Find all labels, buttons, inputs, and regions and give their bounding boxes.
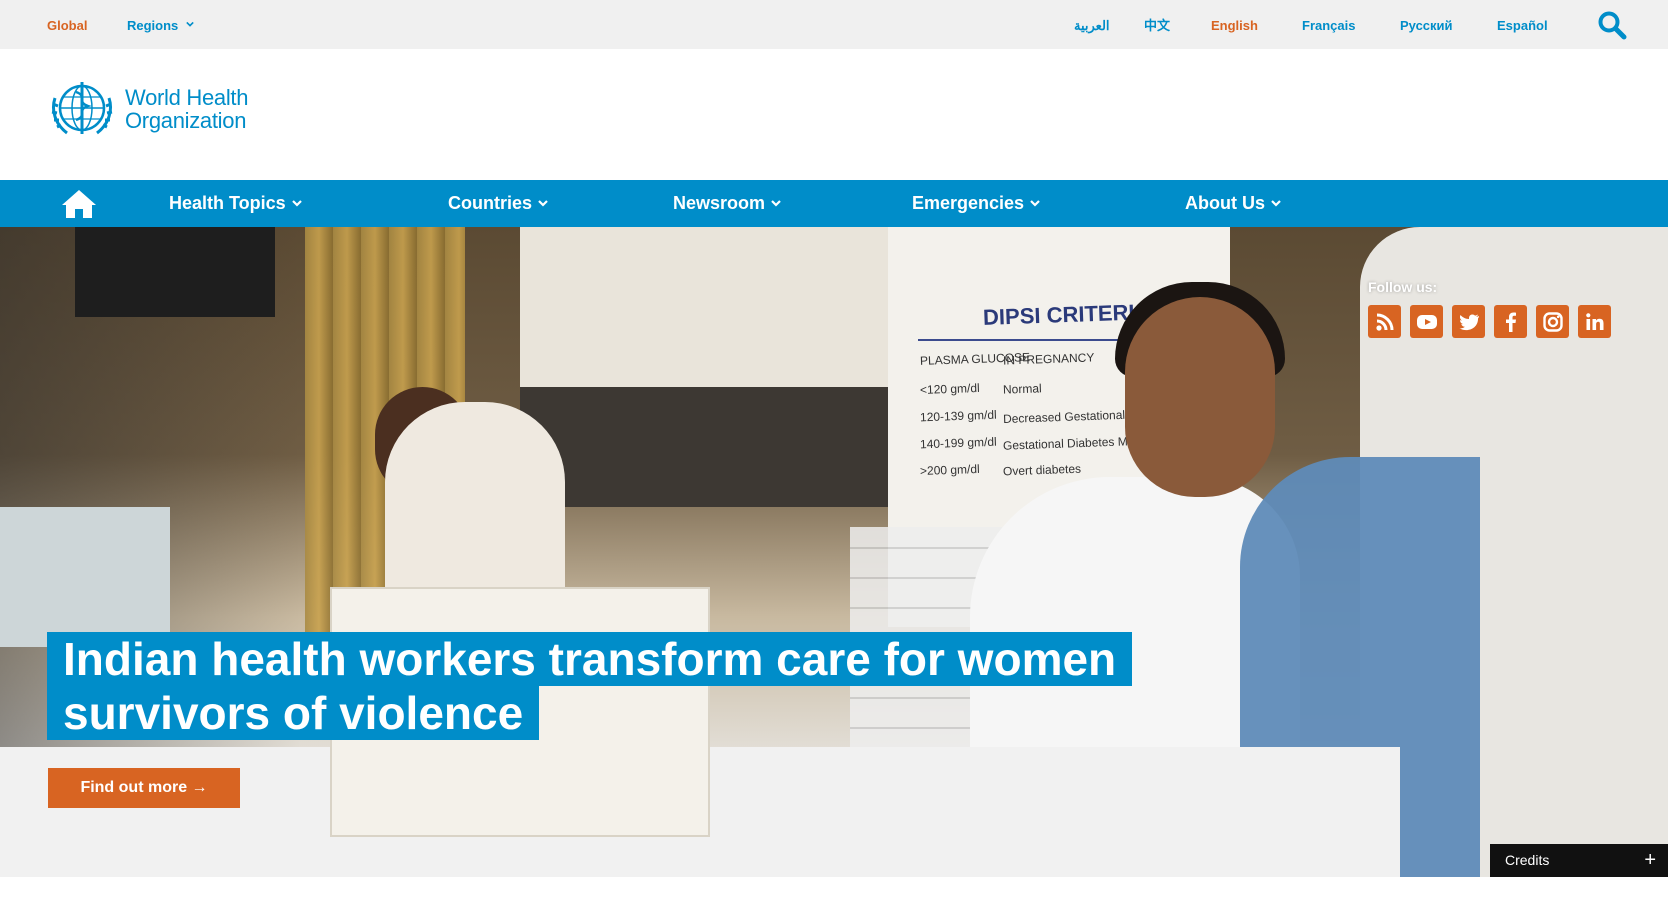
poster-col2: IN PREGNANCY <box>1002 350 1095 368</box>
photo-window <box>75 227 275 317</box>
who-emblem-icon <box>51 82 113 135</box>
poster-row: <120 gm/dl <box>919 380 980 398</box>
nav-emergencies[interactable]: Emergencies <box>912 193 1040 214</box>
find-out-more-button[interactable]: Find out more → <box>48 768 240 808</box>
global-link[interactable]: Global <box>47 18 87 34</box>
search-icon[interactable] <box>1597 10 1627 40</box>
lang-spanish[interactable]: Español <box>1497 18 1548 34</box>
chevron-down-icon <box>291 200 302 207</box>
poster-row: 140-199 gm/dl <box>919 434 997 452</box>
social-links <box>1368 305 1611 338</box>
lang-russian[interactable]: Русский <box>1400 18 1453 34</box>
lang-french[interactable]: Français <box>1302 18 1355 34</box>
nav-newsroom-label: Newsroom <box>673 193 766 213</box>
who-logo[interactable]: World Health Organization <box>47 77 248 141</box>
chevron-down-icon <box>771 200 781 207</box>
plus-icon: + <box>1644 849 1656 871</box>
main-navigation: Health Topics Countries Newsroom Emergen… <box>0 180 1668 227</box>
credits-label: Credits <box>1505 852 1550 868</box>
facebook-icon[interactable] <box>1494 305 1527 338</box>
chevron-down-icon <box>1271 200 1281 207</box>
nav-countries[interactable]: Countries <box>448 193 548 214</box>
lang-english[interactable]: English <box>1211 18 1258 34</box>
hero-headline-line-2[interactable]: survivors of violence <box>47 686 540 740</box>
photo-wall <box>520 227 890 387</box>
chevron-down-icon <box>186 21 195 27</box>
nav-about-us[interactable]: About Us <box>1185 193 1281 214</box>
hero-headline-line-1[interactable]: Indian health workers transform care for… <box>47 632 1133 686</box>
hero-headline[interactable]: Indian health workers transform care for… <box>47 632 1227 740</box>
logo-line-1: World Health <box>125 85 249 110</box>
nav-newsroom[interactable]: Newsroom <box>673 193 781 214</box>
youtube-icon[interactable] <box>1410 305 1443 338</box>
nav-health-topics[interactable]: Health Topics <box>169 193 302 214</box>
logo-wordmark: World Health Organization <box>125 86 248 132</box>
nav-health-topics-label: Health Topics <box>169 193 286 213</box>
chevron-down-icon <box>538 200 548 207</box>
photo-wall-dado <box>520 387 890 507</box>
hero-banner: DIPSI CRITERIA PLASMA GLUCOSE IN PREGNAN… <box>0 227 1668 877</box>
poster-row: Overt diabetes <box>1002 461 1082 479</box>
home-icon[interactable] <box>60 188 98 220</box>
instagram-icon[interactable] <box>1536 305 1569 338</box>
poster-rule <box>918 339 1123 341</box>
nav-emergencies-label: Emergencies <box>912 193 1025 213</box>
utility-bar: Global Regions العربية 中文 English França… <box>0 0 1668 49</box>
credits-toggle[interactable]: Credits + <box>1490 844 1668 877</box>
poster-row: Normal <box>1002 381 1042 397</box>
photo-shelf <box>0 507 170 647</box>
logo-line-2: Organization <box>125 108 247 133</box>
lang-chinese[interactable]: 中文 <box>1144 18 1170 34</box>
poster-row: 120-139 gm/dl <box>919 407 997 425</box>
lang-arabic[interactable]: العربية <box>1074 18 1110 34</box>
follow-us-label: Follow us: <box>1368 279 1438 295</box>
rss-icon[interactable] <box>1368 305 1401 338</box>
photo-face <box>1125 297 1275 497</box>
poster-row: >200 gm/dl <box>919 461 980 479</box>
regions-label: Regions <box>127 18 179 33</box>
twitter-icon[interactable] <box>1452 305 1485 338</box>
regions-dropdown[interactable]: Regions <box>127 18 195 34</box>
chevron-down-icon <box>1030 200 1040 207</box>
site-header: World Health Organization <box>0 49 1668 180</box>
linkedin-icon[interactable] <box>1578 305 1611 338</box>
nav-countries-label: Countries <box>448 193 533 213</box>
nav-about-us-label: About Us <box>1185 193 1265 213</box>
